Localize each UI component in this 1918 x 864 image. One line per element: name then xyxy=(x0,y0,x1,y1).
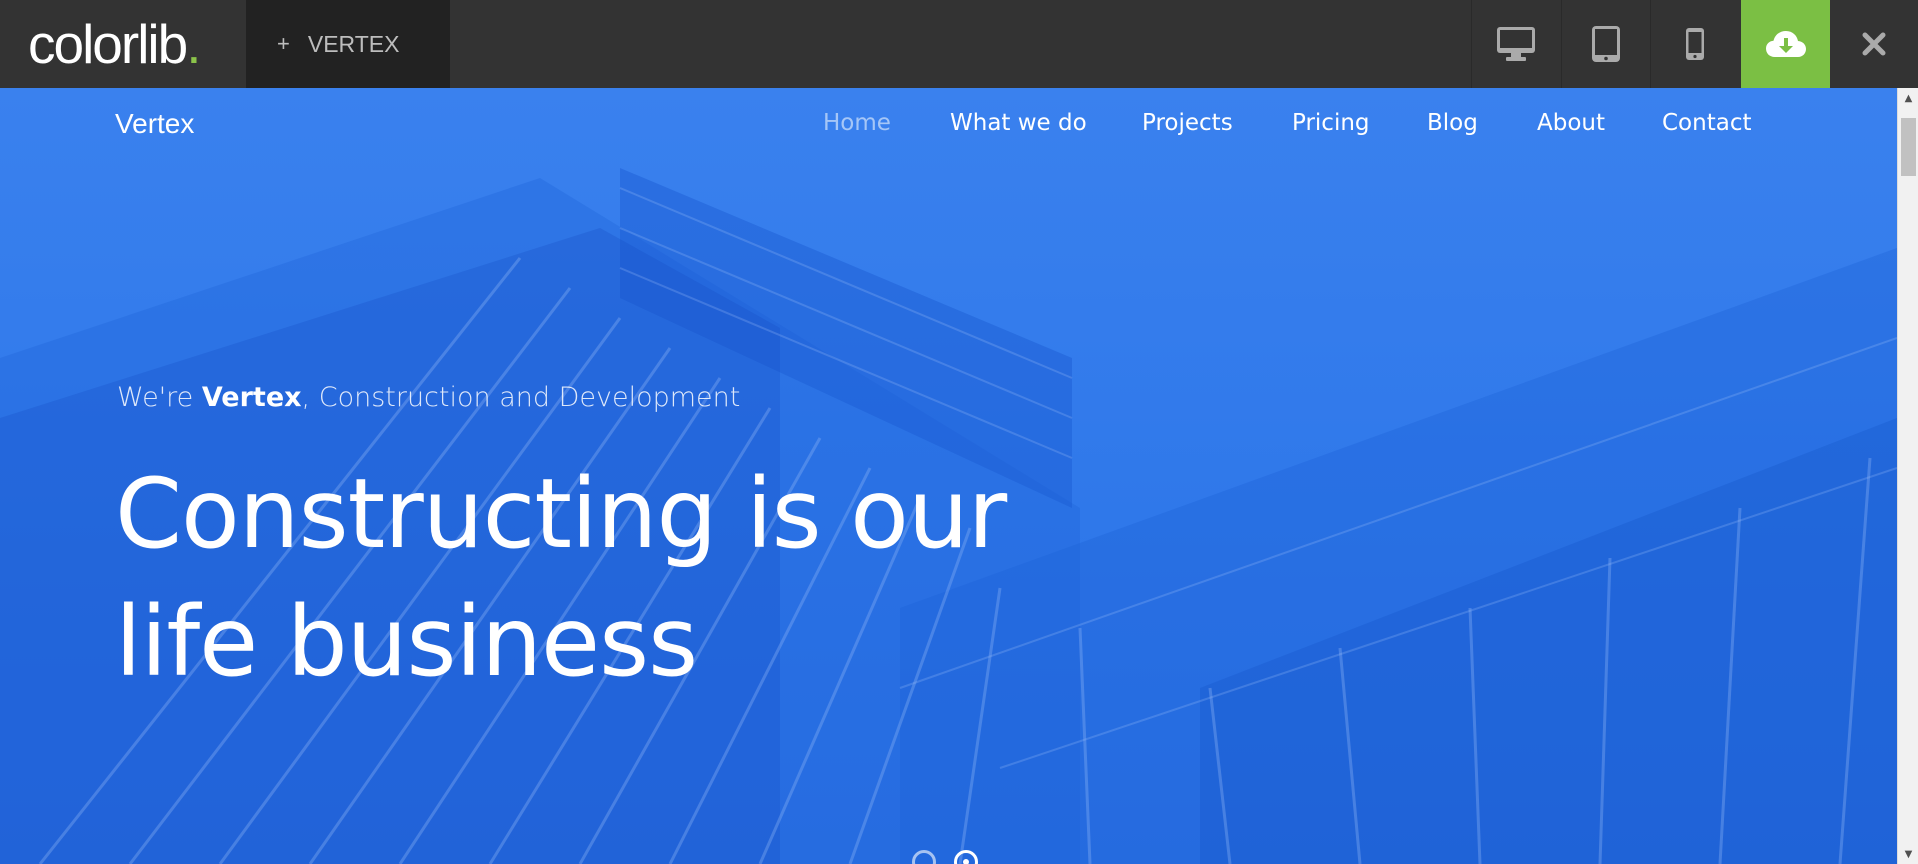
close-icon xyxy=(1862,32,1886,56)
nav-blog[interactable]: Blog xyxy=(1427,110,1478,136)
hero-subtitle: We're Vertex, Construction and Developme… xyxy=(117,382,740,413)
plus-icon: + xyxy=(277,31,290,56)
close-button[interactable] xyxy=(1830,0,1918,88)
nav-about[interactable]: About xyxy=(1537,110,1605,136)
download-button[interactable] xyxy=(1741,0,1830,88)
tablet-icon xyxy=(1592,26,1620,62)
site-nav: Home What we do Projects Pricing Blog Ab… xyxy=(0,110,1897,150)
logo-dot: . xyxy=(186,13,201,75)
hero-sub-suffix: , Construction and Development xyxy=(301,382,741,413)
nav-contact[interactable]: Contact xyxy=(1662,110,1751,136)
preview-topbar: colorlib. + VERTEX xyxy=(0,0,1918,88)
hero-sub-brand: Vertex xyxy=(201,382,302,413)
nav-what-we-do[interactable]: What we do xyxy=(950,110,1087,136)
scroll-down-arrow[interactable]: ▼ xyxy=(1898,844,1918,864)
site-preview-frame: Vertex Home What we do Projects Pricing … xyxy=(0,88,1897,864)
desktop-icon xyxy=(1497,27,1535,61)
theme-tab-vertex[interactable]: + VERTEX xyxy=(246,0,450,88)
vertical-scrollbar[interactable]: ▲ ▼ xyxy=(1897,88,1918,864)
nav-projects[interactable]: Projects xyxy=(1142,110,1233,136)
scroll-up-arrow[interactable]: ▲ xyxy=(1898,88,1918,108)
tablet-view-button[interactable] xyxy=(1561,0,1650,88)
theme-tab-label: VERTEX xyxy=(307,30,400,57)
cloud-download-icon xyxy=(1765,31,1806,57)
nav-pricing[interactable]: Pricing xyxy=(1292,110,1370,136)
desktop-view-button[interactable] xyxy=(1471,0,1560,88)
hero-sub-prefix: We're xyxy=(117,382,202,413)
logo-text: colorlib xyxy=(28,13,188,75)
mobile-icon xyxy=(1686,28,1704,60)
hero-title: Constructing is our life business xyxy=(115,450,1115,706)
mobile-view-button[interactable] xyxy=(1650,0,1739,88)
colorlib-logo[interactable]: colorlib. xyxy=(28,13,202,75)
nav-home[interactable]: Home xyxy=(823,110,891,136)
hero-title-line1: Constructing is our xyxy=(115,458,1007,570)
scroll-thumb[interactable] xyxy=(1901,118,1916,176)
hero-title-line2: life business xyxy=(115,586,698,698)
